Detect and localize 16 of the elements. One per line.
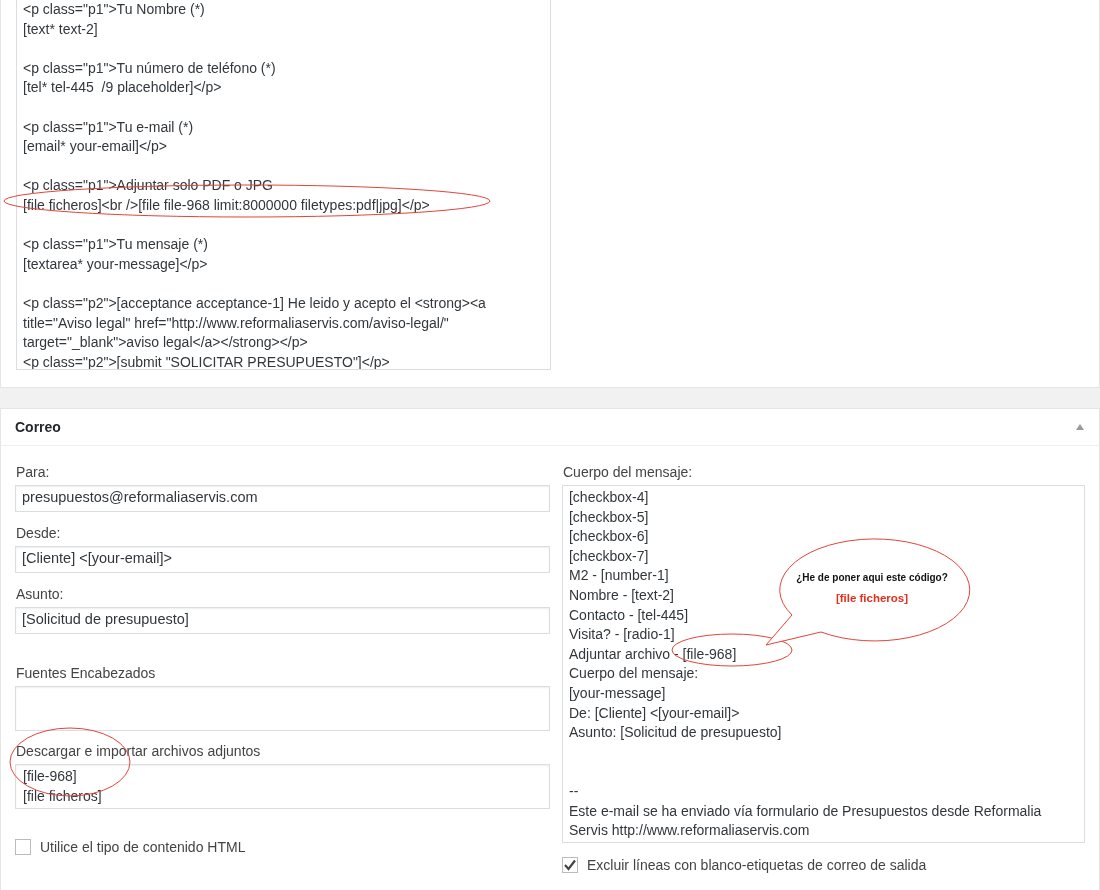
text-field[interactable]: [Solicitud de presupuesto] bbox=[15, 607, 550, 634]
panel-title: Correo bbox=[15, 419, 61, 435]
checkbox[interactable] bbox=[15, 839, 31, 855]
checkbox[interactable] bbox=[562, 857, 578, 873]
field-label: Desde: bbox=[16, 524, 62, 542]
callout-text: ¿He de poner aqui este código? bbox=[795, 572, 949, 583]
field-label: Asunto: bbox=[16, 585, 65, 603]
collapse-icon[interactable] bbox=[1075, 423, 1085, 431]
field-label: Fuentes Encabezados bbox=[16, 664, 157, 682]
field-label: Para: bbox=[16, 463, 51, 481]
field-label: Cuerpo del mensaje: bbox=[563, 463, 694, 481]
checkbox-label: Utilice el tipo de contenido HTML bbox=[40, 839, 246, 855]
callout-code: [file ficheros] bbox=[834, 592, 910, 604]
checkbox-label: Excluir líneas con blanco-etiquetas de correo de salida bbox=[587, 857, 927, 873]
text-field[interactable]: [Cliente] <[your-email]> bbox=[15, 546, 550, 573]
text-field[interactable]: presupuestos@reformaliaservis.com bbox=[15, 485, 550, 512]
